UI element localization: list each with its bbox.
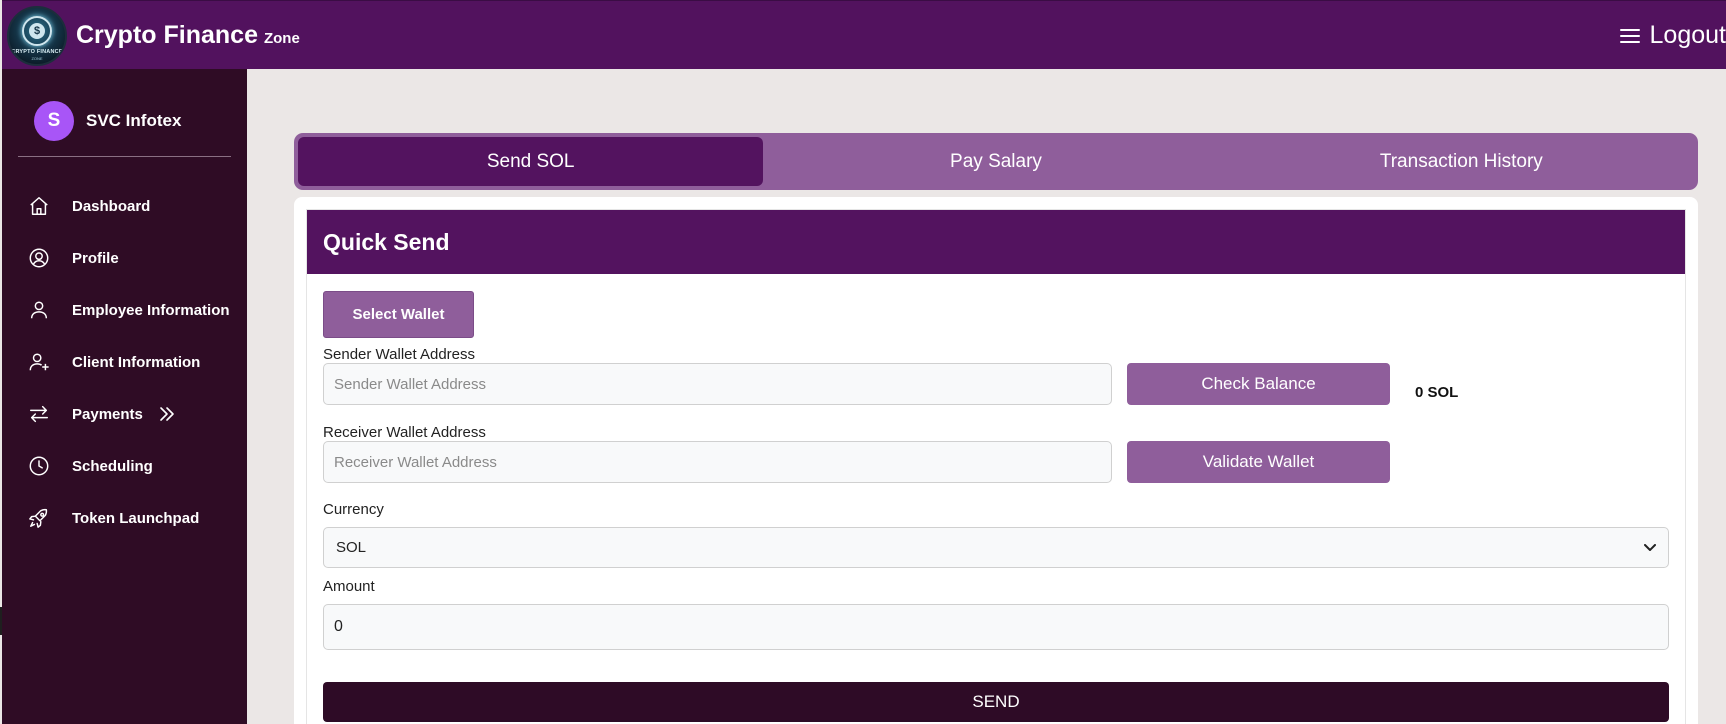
amount-input[interactable]: [323, 604, 1669, 650]
currency-label: Currency: [323, 501, 384, 518]
receiver-wallet-label: Receiver Wallet Address: [323, 424, 486, 441]
brand-name: Crypto Finance: [76, 21, 258, 49]
hamburger-icon: [1619, 28, 1640, 43]
logo-subtext: ZONE: [31, 56, 43, 61]
sidebar-item-label: Client Information: [72, 353, 201, 371]
card-header: Quick Send: [307, 210, 1685, 274]
currency-selected-value: SOL: [336, 539, 367, 556]
clock-icon: [28, 453, 64, 479]
logout-label: Logout: [1649, 21, 1726, 49]
sidebar-item-employee-information[interactable]: Employee Information: [2, 284, 247, 336]
user-plus-icon: [28, 349, 64, 375]
check-balance-button[interactable]: Check Balance: [1127, 363, 1390, 405]
logo-text: CRYPTO FINANCE: [11, 49, 63, 55]
tab-pay-salary[interactable]: Pay Salary: [763, 137, 1228, 186]
user-profile: S SVC Infotex: [34, 101, 181, 141]
logo-coin: $: [29, 23, 45, 39]
send-button[interactable]: SEND: [323, 682, 1669, 722]
currency-select[interactable]: SOL: [323, 527, 1669, 568]
logout-button[interactable]: Logout: [1619, 21, 1726, 50]
sidebar: S SVC Infotex Dashboard Profile Employee…: [2, 69, 247, 724]
sidebar-item-dashboard[interactable]: Dashboard: [2, 180, 247, 232]
chevron-down-icon: [1644, 543, 1656, 551]
window-edge-marker: [0, 607, 2, 635]
avatar: S: [34, 101, 74, 141]
sidebar-item-scheduling[interactable]: Scheduling: [2, 440, 247, 492]
user-icon: [28, 297, 64, 323]
brand-title: Crypto Finance Zone: [76, 21, 300, 50]
sidebar-item-label: Profile: [72, 249, 119, 267]
user-circle-icon: [28, 245, 64, 271]
tab-transaction-history[interactable]: Transaction History: [1229, 137, 1694, 186]
sidebar-item-token-launchpad[interactable]: Token Launchpad: [2, 492, 247, 544]
rocket-icon: [28, 505, 64, 531]
sidebar-item-payments[interactable]: Payments: [2, 388, 247, 440]
quick-send-card: Quick Send Select Wallet Sender Wallet A…: [294, 197, 1698, 724]
sidebar-item-profile[interactable]: Profile: [2, 232, 247, 284]
tab-send-sol[interactable]: Send SOL: [298, 137, 764, 186]
sidebar-item-label: Dashboard: [72, 197, 151, 215]
amount-label: Amount: [323, 578, 375, 595]
sidebar-item-label: Scheduling: [72, 457, 153, 475]
sidebar-item-label: Payments: [72, 405, 143, 423]
sidebar-item-label: Token Launchpad: [72, 509, 200, 527]
sidebar-item-client-information[interactable]: Client Information: [2, 336, 247, 388]
top-navbar: $ CRYPTO FINANCE ZONE Crypto Finance Zone…: [2, 0, 1726, 69]
sender-wallet-input[interactable]: [323, 363, 1112, 405]
sidebar-divider: [18, 156, 231, 157]
payment-tabs: Send SOL Pay Salary Transaction History: [294, 133, 1698, 190]
sender-wallet-label: Sender Wallet Address: [323, 346, 476, 363]
select-wallet-button[interactable]: Select Wallet: [323, 291, 474, 338]
brand-suffix: Zone: [263, 30, 300, 47]
sidebar-item-label: Employee Information: [72, 301, 230, 319]
card-title: Quick Send: [323, 229, 450, 255]
wallet-balance: 0 SOL: [1415, 384, 1459, 401]
user-name: SVC Infotex: [86, 111, 182, 130]
quick-send-panel: Quick Send Select Wallet Sender Wallet A…: [306, 209, 1686, 724]
arrows-exchange-icon: [28, 401, 64, 427]
brand-logo[interactable]: $ CRYPTO FINANCE ZONE: [7, 6, 67, 66]
home-icon: [28, 193, 64, 219]
receiver-wallet-input[interactable]: [323, 441, 1112, 483]
sidebar-nav: Dashboard Profile Employee Information C…: [2, 180, 247, 544]
validate-wallet-button[interactable]: Validate Wallet: [1127, 441, 1390, 483]
chevron-double-right-icon[interactable]: [157, 404, 177, 424]
